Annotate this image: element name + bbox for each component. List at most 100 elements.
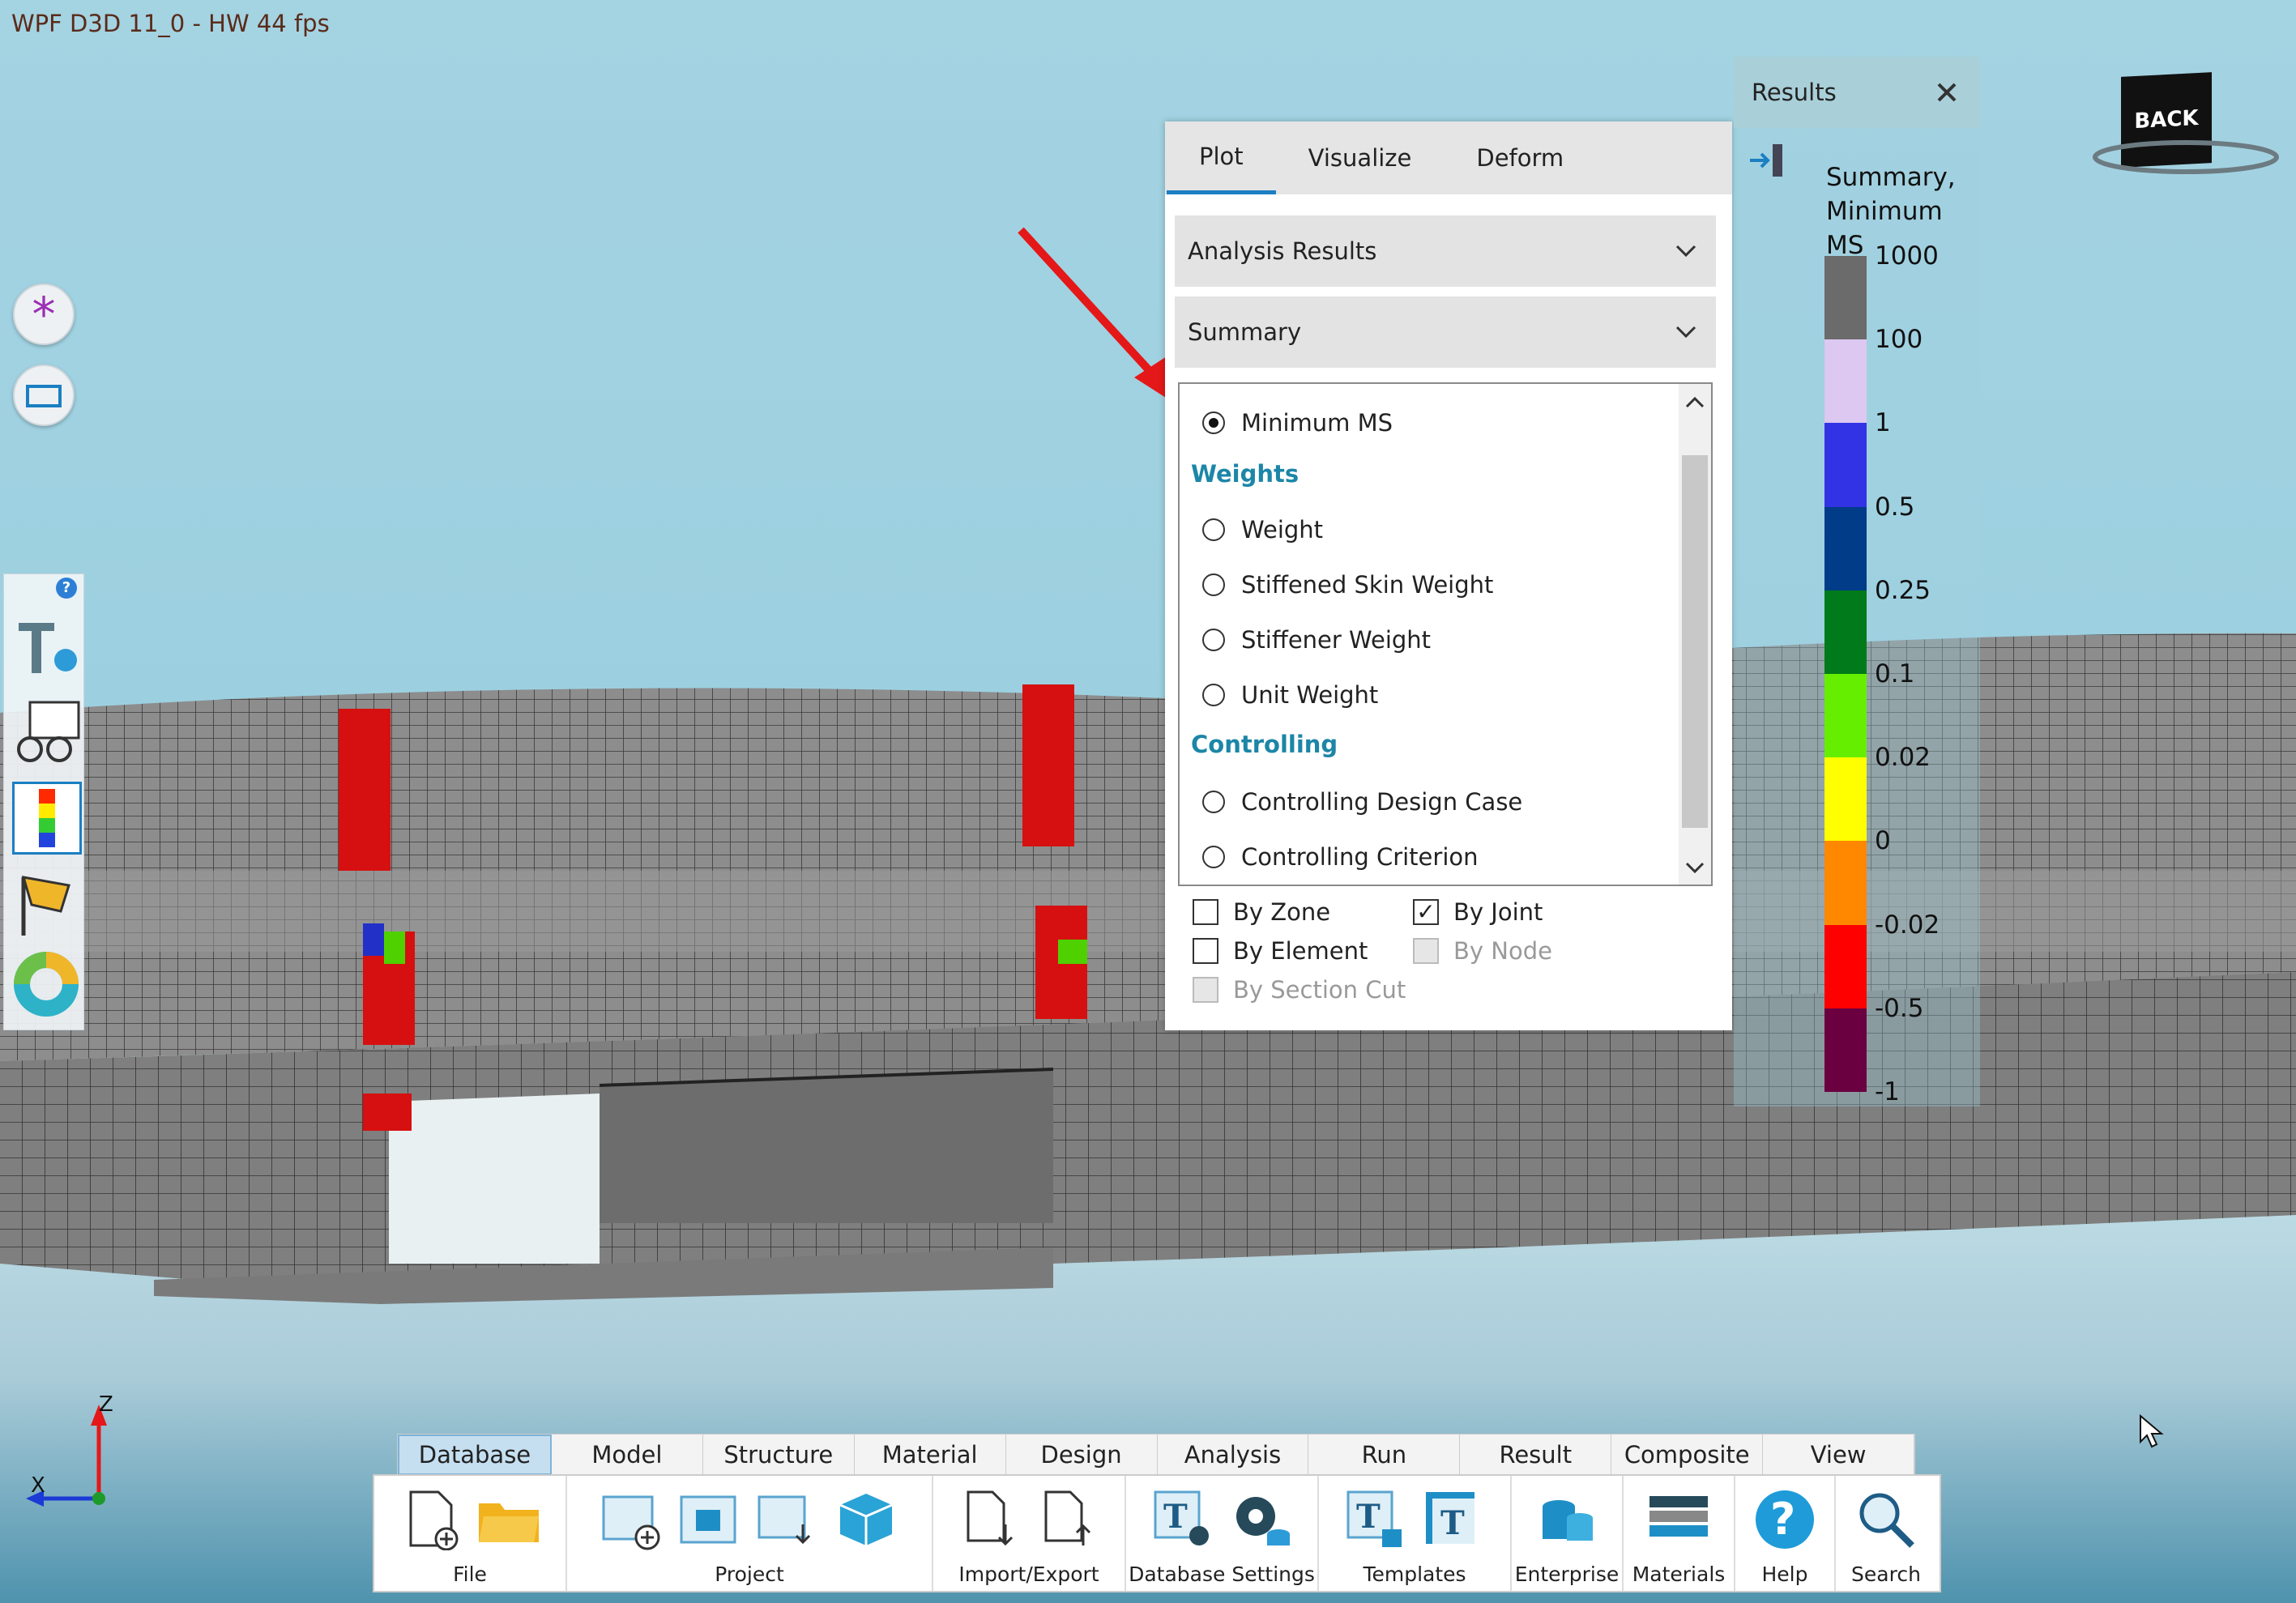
results-title: Results [1752,79,1837,106]
legend-level-label: 1 [1875,408,1891,438]
checkbox-disabled [1193,977,1218,1003]
pin-panel-icon[interactable] [1748,143,1786,180]
legend-color-segment [1824,506,1867,590]
svg-text:T: T [1356,1498,1381,1536]
save-template-icon[interactable]: T [1343,1487,1408,1552]
ribbon-tab-model[interactable]: Model [552,1435,703,1475]
option-controlling-criterion[interactable]: Controlling Criterion [1202,841,1479,873]
tab-deform[interactable]: Deform [1444,122,1596,194]
checkbox-label: By Zone [1233,898,1331,926]
tab-plot[interactable]: Plot [1167,122,1276,194]
donut-chart-icon[interactable] [12,949,82,1021]
checkbox-label: By Element [1233,937,1368,965]
ribbon-group-file: File [374,1476,567,1591]
option-label: Minimum MS [1241,409,1393,437]
group-controlling: Controlling [1191,731,1338,758]
gear-database-icon[interactable] [1228,1487,1293,1552]
open-folder-icon[interactable] [476,1487,541,1552]
ribbon-tab-view[interactable]: View [1763,1435,1915,1475]
panel-tabs: Plot Visualize Deform [1165,122,1732,194]
group-caption: Project [715,1562,784,1586]
by-element-checkbox[interactable]: By Element [1193,935,1368,967]
asterisk-button[interactable]: * [13,284,75,345]
template-icon[interactable]: T [1421,1487,1486,1552]
open-project-icon[interactable] [678,1487,743,1552]
chevron-up-icon[interactable] [1679,389,1711,413]
ribbon-group-help: ? Help [1735,1476,1836,1591]
package-box-icon[interactable] [834,1487,898,1552]
chevron-down-icon[interactable] [1679,857,1711,881]
ribbon-group-import-export: Import/Export [933,1476,1126,1591]
legend-color-segment [1824,841,1867,925]
help-icon[interactable]: ? [1752,1487,1817,1552]
results-panel: Results Summary, Minimum MS 1000 100 1 0.5 0… [1734,57,1980,1106]
template-tool-icon[interactable] [12,610,82,683]
by-zone-checkbox[interactable]: By Zone [1193,896,1330,928]
summary-dropdown[interactable]: Summary [1175,296,1716,368]
option-controlling-design-case[interactable]: Controlling Design Case [1202,786,1522,818]
ribbon-tab-composite[interactable]: Composite [1611,1435,1764,1475]
ribbon-tab-material[interactable]: Material [855,1435,1006,1475]
import-file-icon[interactable] [958,1487,1022,1552]
enterprise-database-icon[interactable] [1534,1487,1599,1552]
ribbon-tab-design[interactable]: Design [1006,1435,1158,1475]
ribbon-group-templates: T T Templates [1319,1476,1512,1591]
ribbon-tab-database[interactable]: Database [398,1435,552,1475]
export-file-icon[interactable] [1035,1487,1100,1552]
radio[interactable] [1202,791,1225,813]
window-button[interactable] [13,365,75,426]
new-project-icon[interactable] [600,1487,665,1552]
contour-legend-icon[interactable] [12,782,82,855]
checkbox[interactable] [1193,938,1218,964]
material-layers-icon[interactable] [1646,1487,1711,1552]
ribbon-tabs: Database Model Structure Material Design… [397,1434,1915,1476]
legend-color-segment [1824,924,1867,1008]
svg-text:T: T [1163,1498,1188,1536]
ribbon-tab-structure[interactable]: Structure [703,1435,855,1475]
group-caption: Help [1761,1562,1808,1586]
legend-color-segment [1824,423,1867,507]
option-weight[interactable]: Weight [1202,514,1323,546]
legend-level-label: -0.5 [1875,993,1924,1023]
radio[interactable] [1202,684,1225,706]
view-cube-ring-icon[interactable] [2089,133,2283,181]
legend-level-label: 0.1 [1875,659,1915,689]
option-unit-weight[interactable]: Unit Weight [1202,679,1378,711]
rectangle-icon [26,385,62,407]
template-settings-icon[interactable]: T [1150,1487,1215,1552]
ribbon-tab-analysis[interactable]: Analysis [1158,1435,1309,1475]
close-icon[interactable] [1936,82,1957,103]
import-project-icon[interactable] [756,1487,821,1552]
axis-x-label: X [31,1473,45,1498]
radio[interactable] [1202,518,1225,541]
tab-visualize[interactable]: Visualize [1276,122,1445,194]
analysis-results-dropdown[interactable]: Analysis Results [1175,215,1716,287]
radio-selected[interactable] [1202,411,1225,434]
option-minimum-ms[interactable]: Minimum MS [1202,407,1393,439]
checkbox[interactable] [1193,899,1218,925]
plot-panel: Plot Visualize Deform Analysis Results S… [1165,122,1732,1030]
option-stiffened-skin-weight[interactable]: Stiffened Skin Weight [1202,569,1493,601]
by-section-cut-checkbox: By Section Cut [1193,974,1406,1006]
flag-icon[interactable] [12,868,82,940]
checkbox-label: By Section Cut [1233,976,1406,1004]
plot-options-list[interactable]: Minimum MS Weights Weight Stiffened Skin… [1178,382,1713,886]
reading-glasses-icon[interactable] [12,696,82,769]
radio[interactable] [1202,846,1225,868]
left-toolbar: ? [3,573,84,1030]
group-weights: Weights [1191,460,1300,488]
list-scrollbar[interactable] [1679,384,1711,885]
legend-level-label: 0 [1875,826,1891,856]
radio[interactable] [1202,573,1225,596]
by-joint-checkbox[interactable]: ✓ By Joint [1413,896,1543,928]
dropdown-value: Analysis Results [1188,237,1377,265]
checkbox-checked[interactable]: ✓ [1413,899,1439,925]
help-badge-icon[interactable]: ? [56,578,77,599]
ribbon-tab-run[interactable]: Run [1308,1435,1461,1475]
scrollbar-thumb[interactable] [1682,455,1708,828]
radio[interactable] [1202,629,1225,651]
ribbon-tab-result[interactable]: Result [1460,1435,1612,1475]
option-stiffener-weight[interactable]: Stiffener Weight [1202,624,1431,656]
new-file-icon[interactable] [399,1487,463,1552]
search-icon[interactable] [1854,1487,1918,1552]
